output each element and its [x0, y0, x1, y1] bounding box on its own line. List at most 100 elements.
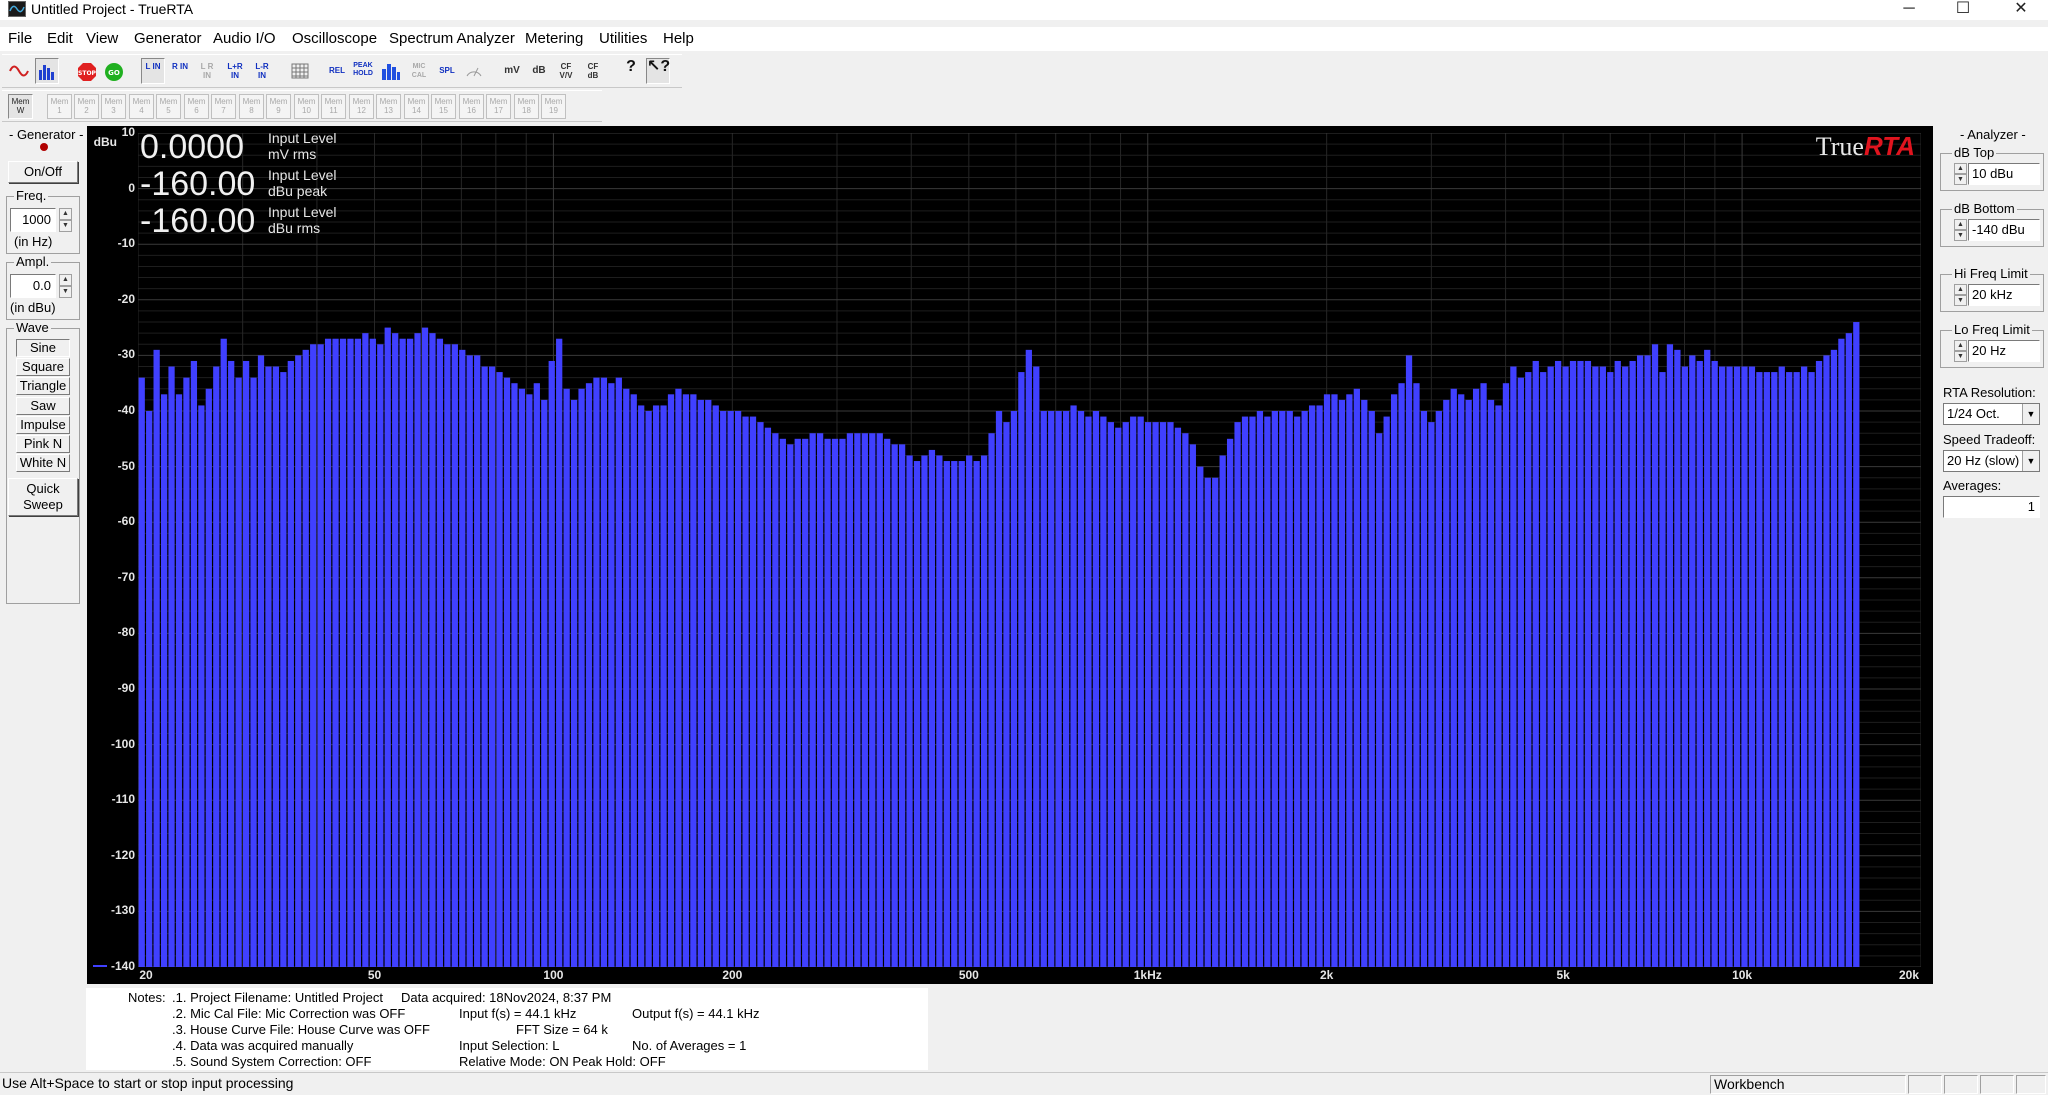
wave-pink-noise-button[interactable]: Pink N: [16, 435, 70, 453]
mem-17-button[interactable]: Mem 17: [486, 94, 511, 119]
mem-18-button[interactable]: Mem 18: [514, 94, 539, 119]
mem-11-button[interactable]: Mem 11: [321, 94, 346, 119]
menu-metering[interactable]: Metering: [525, 29, 583, 48]
quick-sweep-button[interactable]: Quick Sweep: [8, 478, 78, 516]
speed-tradeoff-select[interactable]: 20 Hz (slow) ▼: [1943, 450, 2040, 472]
menu-utilities[interactable]: Utilities: [599, 29, 647, 48]
ampl-down-arrow-icon[interactable]: ▼: [59, 286, 72, 298]
chevron-down-icon[interactable]: ▼: [2022, 404, 2039, 424]
hi-freq-down-arrow-icon[interactable]: ▼: [1954, 295, 1967, 306]
lo-freq-up-arrow-icon[interactable]: ▲: [1954, 340, 1967, 351]
cf-vv-button[interactable]: CF V/V: [554, 58, 578, 84]
generator-on-off-button[interactable]: On/Off: [8, 161, 78, 183]
l-in-button[interactable]: L IN: [141, 58, 165, 84]
help-button[interactable]: ?: [619, 58, 643, 84]
mem-6-button[interactable]: Mem 6: [184, 94, 209, 119]
db-top-input[interactable]: 10 dBu: [1968, 163, 2040, 185]
app-icon[interactable]: [8, 1, 26, 17]
db-bottom-input[interactable]: -140 dBu: [1968, 219, 2040, 241]
rel-button[interactable]: REL: [325, 58, 349, 84]
lo-freq-input[interactable]: 20 Hz: [1968, 340, 2040, 362]
spectrum-graph[interactable]: dBu 10 0 -10 -20 -30 -40 -50 -60 -70 -80 -90 -100 -1…: [87, 125, 1933, 984]
db-top-down-arrow-icon[interactable]: ▼: [1954, 174, 1967, 185]
wave-square-button[interactable]: Square: [16, 358, 70, 376]
menu-spectrum-analyzer[interactable]: Spectrum Analyzer: [389, 29, 515, 48]
menu-edit[interactable]: Edit: [47, 29, 73, 48]
mem-9-button[interactable]: Mem 9: [266, 94, 291, 119]
spectrum-bar: [615, 377, 622, 967]
stop-button[interactable]: STOP: [75, 58, 99, 84]
mem-1-button[interactable]: Mem 1: [47, 94, 72, 119]
averages-input[interactable]: 1: [1943, 496, 2040, 518]
note-line-2a: .2. Mic Cal File: Mic Correction was OFF: [172, 1006, 406, 1021]
menu-audio-io[interactable]: Audio I/O: [213, 29, 276, 48]
spectrum-bar: [1763, 372, 1770, 967]
mem-16-button[interactable]: Mem 16: [459, 94, 484, 119]
mv-button[interactable]: mV: [500, 58, 524, 84]
minimize-button[interactable]: ─: [1886, 0, 1932, 20]
wave-sine-button[interactable]: Sine: [16, 339, 70, 357]
mem-10-button[interactable]: Mem 10: [294, 94, 319, 119]
wave-impulse-button[interactable]: Impulse: [16, 416, 70, 434]
mem-7-button[interactable]: Mem 7: [211, 94, 236, 119]
mem-3-button[interactable]: Mem 3: [101, 94, 126, 119]
spectrum-bar: [295, 355, 302, 967]
mem-2-button[interactable]: Mem 2: [74, 94, 99, 119]
freq-input[interactable]: 1000: [10, 208, 56, 232]
mem-4-button[interactable]: Mem 4: [129, 94, 154, 119]
r-in-button[interactable]: R IN: [168, 58, 192, 84]
db-top-up-arrow-icon[interactable]: ▲: [1954, 163, 1967, 174]
wave-white-noise-button[interactable]: White N: [16, 454, 70, 472]
context-help-button[interactable]: ↖?: [646, 58, 670, 84]
x-tick-label: 50: [367, 968, 382, 982]
peak-hold-button[interactable]: PEAK HOLD: [351, 58, 375, 84]
osc-view-button[interactable]: [7, 58, 31, 84]
spectrum-bar: [406, 338, 414, 967]
l-minus-r-in-button[interactable]: L-R IN: [250, 58, 274, 84]
mem-8-button[interactable]: Mem 8: [239, 94, 264, 119]
db-bottom-up-arrow-icon[interactable]: ▲: [1954, 219, 1967, 230]
freq-down-arrow-icon[interactable]: ▼: [59, 220, 72, 232]
rta-resolution-select[interactable]: 1/24 Oct. ▼: [1943, 403, 2040, 425]
rta-view-button[interactable]: [35, 58, 59, 84]
spectrum-bar: [1092, 411, 1100, 967]
plot-area[interactable]: [138, 133, 1921, 967]
mem-12-button[interactable]: Mem 12: [349, 94, 374, 119]
db-button[interactable]: dB: [527, 58, 551, 84]
l-plus-r-in-button[interactable]: L+R IN: [223, 58, 247, 84]
mem-14-button[interactable]: Mem 14: [404, 94, 429, 119]
db-bottom-down-arrow-icon[interactable]: ▼: [1954, 230, 1967, 241]
freq-up-arrow-icon[interactable]: ▲: [59, 208, 72, 220]
meter-button[interactable]: [462, 58, 486, 84]
mem-15-button[interactable]: Mem 15: [431, 94, 456, 119]
wave-saw-button[interactable]: Saw: [16, 397, 70, 415]
mem-19-button[interactable]: Mem 19: [541, 94, 566, 119]
ampl-input[interactable]: 0.0: [10, 274, 56, 298]
menu-file[interactable]: File: [8, 29, 32, 48]
bars-button[interactable]: [379, 58, 403, 84]
cf-db-button[interactable]: CF dB: [581, 58, 605, 84]
go-button[interactable]: GO: [102, 58, 126, 84]
spectrum-bar: [1845, 333, 1852, 967]
l-r-in-disabled-button[interactable]: L R IN: [195, 58, 219, 84]
menu-view[interactable]: View: [86, 29, 118, 48]
grid-button[interactable]: [288, 58, 312, 84]
mem-5-button[interactable]: Mem 5: [156, 94, 181, 119]
notes-label: Notes:: [128, 990, 166, 1005]
hi-freq-up-arrow-icon[interactable]: ▲: [1954, 284, 1967, 295]
close-button[interactable]: ✕: [1998, 0, 2044, 20]
ampl-up-arrow-icon[interactable]: ▲: [59, 274, 72, 286]
mem-w-button[interactable]: Mem W: [8, 94, 33, 119]
maximize-button[interactable]: ☐: [1940, 0, 1986, 20]
spectrum-bar: [1048, 411, 1055, 967]
lo-freq-down-arrow-icon[interactable]: ▼: [1954, 351, 1967, 362]
menu-oscilloscope[interactable]: Oscilloscope: [292, 29, 377, 48]
wave-triangle-button[interactable]: Triangle: [16, 377, 70, 395]
mem-13-button[interactable]: Mem 13: [376, 94, 401, 119]
menu-help[interactable]: Help: [663, 29, 694, 48]
menu-generator[interactable]: Generator: [134, 29, 202, 48]
hi-freq-input[interactable]: 20 kHz: [1968, 284, 2040, 306]
chevron-down-icon[interactable]: ▼: [2022, 451, 2039, 471]
spl-button[interactable]: SPL: [435, 58, 459, 84]
mic-cal-button[interactable]: MIC CAL: [407, 58, 431, 84]
